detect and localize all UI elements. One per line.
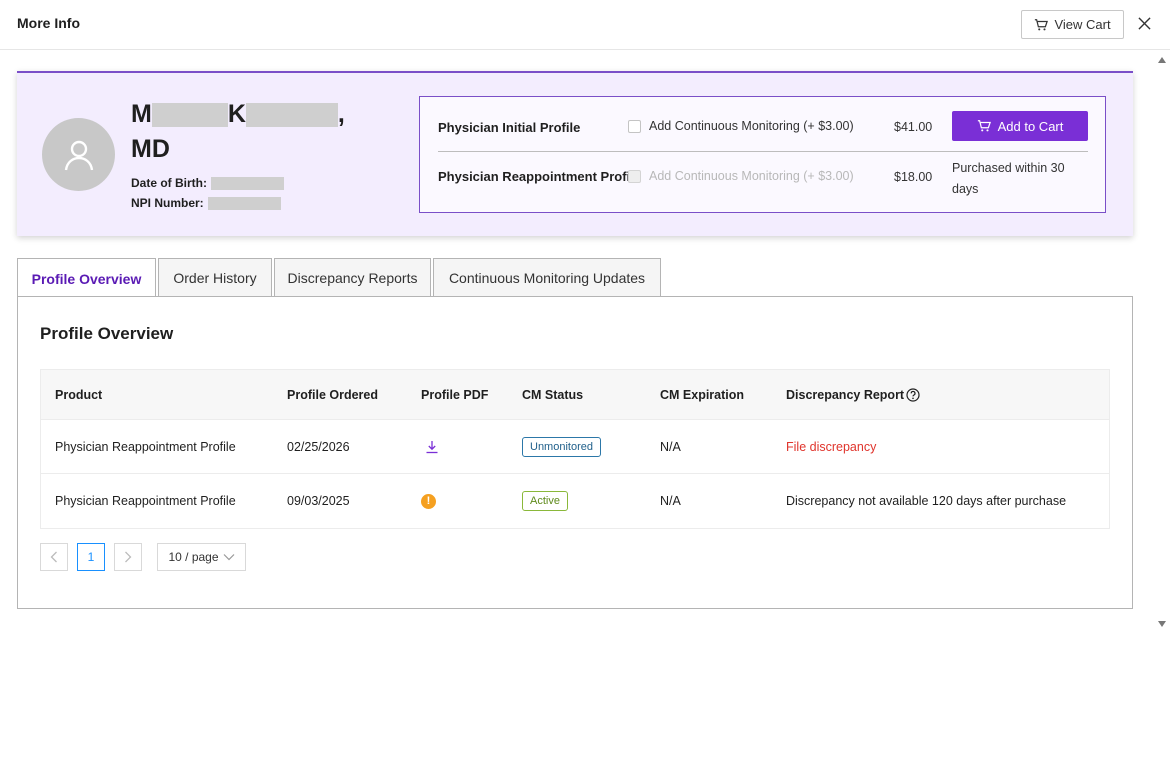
first-initial: M [131,100,152,128]
cm-checkbox-disabled: Add Continuous Monitoring (+ $3.00) [628,169,854,183]
cell-product: Physician Reappointment Profile [55,439,236,454]
col-discrepancy-label: Discrepancy Report [786,387,905,402]
panel-title: Profile Overview [40,324,174,343]
add-to-cart-button[interactable]: Add to Cart [952,111,1088,141]
cm-checkbox[interactable]: Add Continuous Monitoring (+ $3.00) [628,119,854,133]
close-icon [1137,16,1151,30]
page-size-value: 10 / page [168,550,219,564]
status-badge: Active [522,491,568,511]
cell-ordered: 09/03/2025 [287,494,350,508]
user-icon [64,140,93,170]
download-icon[interactable] [425,440,439,454]
modal-title: More Info [17,15,80,31]
redacted-npi [207,196,281,210]
cell-discrepancy: File discrepancy [786,420,876,473]
tab-order-history[interactable]: Order History [158,258,272,297]
tab-profile-overview[interactable]: Profile Overview [17,258,156,298]
scroll-down-arrow[interactable] [1157,620,1167,628]
npi-label: NPI Number: [131,196,204,210]
dob-field: Date of Birth: [131,176,284,190]
col-profile-ordered: Profile Ordered [287,387,378,402]
chevron-down-icon [223,554,234,561]
warning-icon: ! [421,493,436,509]
cell-pdf [421,420,439,473]
redacted-dob [211,176,284,190]
avatar [42,118,115,191]
purchased-note: Purchased within 30 days [952,161,1065,196]
product-row-initial: Physician Initial Profile Add Continuous… [438,102,1088,152]
col-cm-status: CM Status [522,387,584,402]
scroll-up-arrow[interactable] [1157,56,1167,64]
dob-label: Date of Birth: [131,176,207,190]
cell-ordered: 02/25/2026 [287,439,350,454]
checkbox-box [628,169,641,183]
add-to-cart-label: Add to Cart [997,118,1064,134]
profile-overview-panel: Profile Overview Product Profile Ordered… [17,296,1133,609]
col-cm-expiration: CM Expiration [660,387,745,402]
page-button-current[interactable]: 1 [77,543,105,571]
redacted-first-name [151,102,228,127]
product-price: $41.00 [894,120,933,134]
table-row: Physician Reappointment Profile 02/25/20… [41,420,1109,474]
cm-checkbox-label: Add Continuous Monitoring (+ $3.00) [649,169,854,183]
chevron-right-icon [125,551,132,563]
cell-cm-expiration: N/A [660,494,681,508]
tab-discrepancy-reports[interactable]: Discrepancy Reports [274,258,431,297]
col-discrepancy-report: Discrepancy Report [786,370,920,419]
cm-checkbox-label: Add Continuous Monitoring (+ $3.00) [649,119,854,133]
redacted-last-name [245,102,338,127]
view-cart-button[interactable]: View Cart [1021,10,1124,39]
physician-credential: MD [131,135,170,163]
product-price: $18.00 [894,170,933,184]
cell-product: Physician Reappointment Profile [55,494,236,508]
last-initial: K [227,100,246,128]
page-size-select[interactable]: 10 / page [157,543,246,571]
product-row-reappointment: Physician Reappointment Profile Add Cont… [438,152,1088,202]
cart-icon [1035,18,1049,30]
table-row: Physician Reappointment Profile 09/03/20… [41,474,1109,528]
cell-discrepancy: Discrepancy not available 120 days after… [786,494,1067,508]
checkbox-box[interactable] [628,119,641,133]
cart-icon [977,120,991,132]
name-suffix: , [337,100,345,128]
product-name: Physician Initial Profile [438,120,581,135]
cell-cm-status: Active [522,474,568,528]
profile-card: M K , MD Date of Birth: NPI Number: Phys… [17,71,1133,236]
table-header: Product Profile Ordered Profile PDF CM S… [41,370,1109,420]
prev-page-button[interactable] [40,543,68,571]
modal-header: More Info View Cart [0,0,1170,50]
close-button[interactable] [1136,14,1152,32]
physician-name: M K , [131,100,345,129]
col-profile-pdf: Profile PDF [421,387,489,402]
product-name: Physician Reappointment Profile [438,169,641,184]
cell-cm-status: Unmonitored [522,420,601,473]
overview-table: Product Profile Ordered Profile PDF CM S… [40,369,1110,529]
cell-cm-expiration: N/A [660,439,681,454]
help-icon[interactable] [906,387,920,402]
npi-field: NPI Number: [131,196,281,210]
cell-pdf: ! [421,474,436,528]
tab-continuous-monitoring-updates[interactable]: Continuous Monitoring Updates [433,258,661,297]
chevron-left-icon [50,551,57,563]
file-discrepancy-link[interactable]: File discrepancy [786,440,876,454]
status-badge: Unmonitored [522,436,601,457]
products-box: Physician Initial Profile Add Continuous… [419,96,1106,213]
view-cart-label: View Cart [1054,17,1111,32]
col-product: Product [55,387,103,402]
next-page-button[interactable] [114,543,142,571]
